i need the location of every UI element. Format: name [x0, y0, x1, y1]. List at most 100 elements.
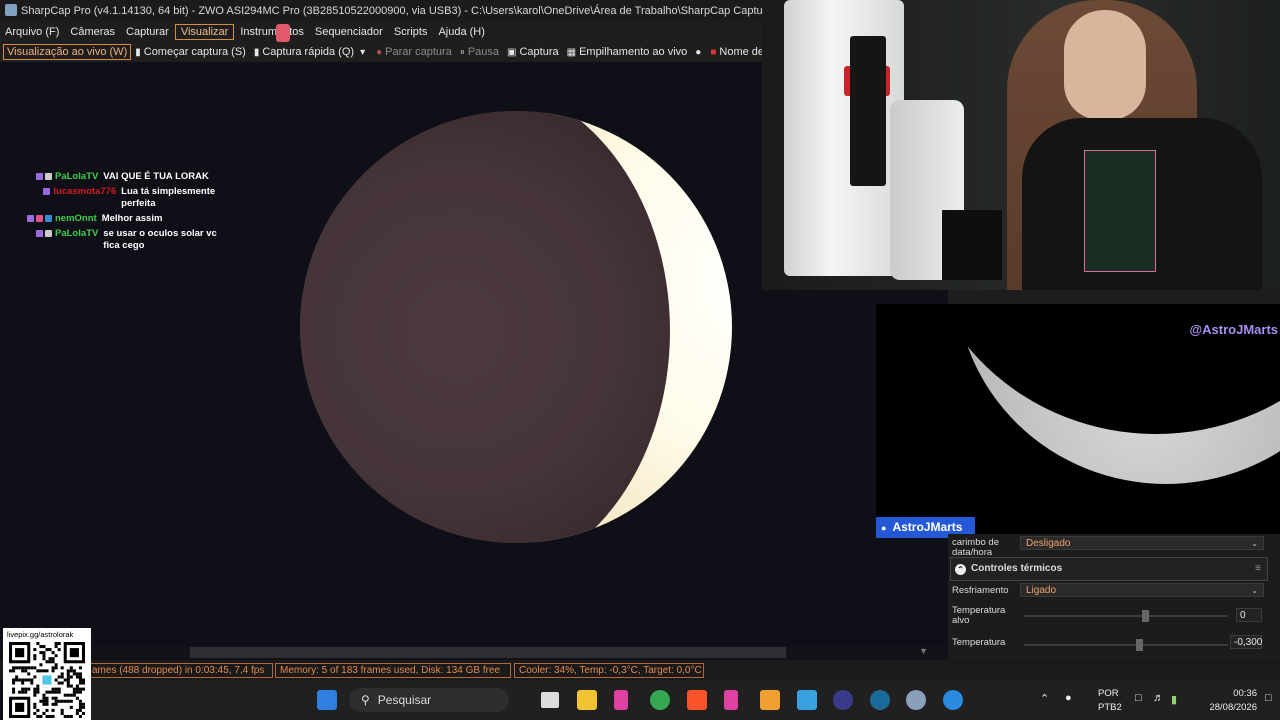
- nametag-label: AstroJMarts: [892, 520, 963, 534]
- menu-file[interactable]: Arquivo (F): [0, 25, 64, 39]
- chat-text: Melhor assim: [101, 213, 163, 224]
- menu-scripts[interactable]: Scripts: [389, 25, 433, 39]
- chevron-down-icon: ⌄: [1251, 586, 1258, 595]
- chevron-down-icon: ⌄: [1251, 539, 1258, 548]
- pause-icon: ⏸: [459, 46, 465, 58]
- start-capture-button[interactable]: ▮ Começar captura (S): [131, 46, 250, 58]
- chrome-icon[interactable]: [650, 690, 670, 710]
- menu-view[interactable]: Visualizar: [174, 24, 235, 40]
- target-temp-input[interactable]: 0: [1236, 608, 1262, 622]
- target-temp-slider-knob[interactable]: [1142, 610, 1150, 622]
- webcam-overlay: [762, 0, 1280, 290]
- target-temp-label: Temperatura alvo: [952, 605, 1006, 626]
- menu-capture[interactable]: Capturar: [121, 25, 174, 39]
- cooling-select[interactable]: Ligado ⌄: [1020, 583, 1264, 597]
- app-pink-icon[interactable]: [614, 690, 628, 710]
- search-icon: ⚲: [361, 693, 370, 707]
- stack-icon: ▦: [566, 46, 577, 58]
- status-bar: ames (488 dropped) in 0:03:45, 7,4 fps M…: [0, 660, 1280, 680]
- snapshot-button[interactable]: ▣ Captura: [503, 46, 563, 58]
- window-title: SharpCap Pro (v4.1.14130, 64 bit) - ZWO …: [21, 5, 762, 17]
- chat-username: lucasmota776: [53, 186, 117, 197]
- chat-message: PaLolaTV se usar o oculos solar vc fica …: [16, 228, 246, 252]
- chevron-down-icon[interactable]: ▾: [360, 47, 365, 58]
- telescope-tube-image: [784, 0, 904, 276]
- notification-icon[interactable]: □: [1265, 692, 1272, 704]
- temperature-slider: [1024, 639, 1228, 651]
- taskbar: ⚲ Pesquisar ⌃ ● POR PTB2 □ ♬ ▮ 00:36 28/0…: [91, 680, 1280, 720]
- target-name-button[interactable]: ● ■Nome de destino: [691, 46, 762, 58]
- volume-icon[interactable]: ♬: [1153, 692, 1164, 704]
- app-ring-icon[interactable]: [870, 690, 890, 710]
- hamburger-menu-icon[interactable]: ≡: [1255, 558, 1261, 580]
- menu-sequencer[interactable]: Sequenciador: [310, 25, 388, 39]
- sharpcap-icon[interactable]: [906, 690, 926, 710]
- live-view-button[interactable]: Visualização ao vivo (W): [3, 44, 132, 60]
- timestamp-select[interactable]: Desligado ⌄: [1020, 536, 1264, 550]
- secondary-camera-view: @AstroJMarts: [876, 304, 1280, 534]
- menu-cameras[interactable]: Câmeras: [65, 25, 120, 39]
- menu-tools[interactable]: Instrumentos: [235, 25, 309, 39]
- temperature-label: Temperatura: [952, 637, 1006, 648]
- app-blue-icon[interactable]: [943, 690, 963, 710]
- temperature-readout: -0,300: [1230, 635, 1262, 649]
- microphone-icon[interactable]: ●: [1065, 692, 1072, 704]
- stop-icon: ●: [376, 46, 383, 58]
- chat-message: nemOnnt Melhor assim: [16, 213, 246, 225]
- network-icon[interactable]: □: [1135, 692, 1142, 704]
- video-camera-icon: ▮: [253, 46, 260, 58]
- chat-text: VAI QUE É TUA LORAK: [103, 171, 209, 182]
- file-explorer-icon[interactable]: [577, 690, 597, 710]
- panel-strip: [948, 290, 1280, 305]
- calculator-icon[interactable]: [760, 690, 780, 710]
- chat-username: PaLolaTV: [55, 171, 99, 182]
- start-capture-label: Começar captura (S): [143, 46, 246, 58]
- subscriber-badge-icon: [36, 230, 43, 237]
- quick-capture-button[interactable]: ▮ Captura rápida (Q) ▾: [250, 46, 372, 58]
- camera-body-image: [850, 36, 886, 186]
- live-stack-button[interactable]: ▦ Empilhamento ao vivo: [563, 46, 692, 58]
- sharpcap-app-icon: [5, 4, 17, 16]
- scroll-right-icon[interactable]: ▼: [919, 646, 928, 656]
- chat-overlay: PaLolaTV VAI QUE É TUA LORAK lucasmota77…: [16, 171, 246, 255]
- keyboard-layout-label[interactable]: PTB2: [1098, 702, 1122, 713]
- chevron-up-icon[interactable]: ⌃: [1040, 692, 1049, 705]
- subscriber-badge-icon: [43, 188, 51, 195]
- pause-button[interactable]: ⏸ Pausa: [456, 46, 503, 58]
- timestamp-label: carimbo de data/hora: [952, 537, 999, 558]
- clock-time[interactable]: 00:36: [1211, 688, 1257, 699]
- photos-icon[interactable]: [797, 690, 817, 710]
- task-view-icon[interactable]: [541, 692, 559, 708]
- snapshot-icon: ▣: [507, 46, 517, 58]
- qr-code-image: [9, 642, 85, 718]
- clock-date[interactable]: 28/08/2026: [1200, 702, 1257, 713]
- stop-capture-button[interactable]: ● Parar captura: [372, 46, 456, 58]
- thermal-controls-header[interactable]: ⌃ Controles térmicos ≡: [950, 557, 1268, 581]
- collapse-icon[interactable]: ⌃: [955, 564, 966, 575]
- streamer-handle: @AstroJMarts: [1189, 322, 1278, 337]
- timestamp-value: Desligado: [1026, 538, 1071, 549]
- target-temp-slider[interactable]: [1024, 610, 1228, 622]
- live-stack-label: Empilhamento ao vivo: [579, 46, 688, 58]
- status-cooler: Cooler: 34%, Temp: -0,3°C, Target: 0,0°C: [514, 663, 704, 678]
- live-view-label: Visualização ao vivo (W): [7, 46, 128, 58]
- horizontal-scrollbar[interactable]: ▼: [0, 646, 948, 660]
- notification-badge-icon: [276, 24, 290, 42]
- chat-text: se usar o oculos solar vc fica cego: [103, 228, 217, 251]
- temperature-slider-knob: [1136, 639, 1144, 651]
- search-placeholder: Pesquisar: [377, 693, 432, 707]
- scrollbar-thumb[interactable]: [190, 647, 786, 658]
- target-name-label: Nome de destino: [719, 46, 762, 58]
- stellarium-icon[interactable]: [833, 690, 853, 710]
- app-pink-icon[interactable]: [724, 690, 738, 710]
- thermal-controls-title: Controles térmicos: [971, 563, 1063, 574]
- language-label[interactable]: POR: [1098, 688, 1119, 699]
- snapshot-label: Captura: [519, 46, 559, 58]
- battery-icon[interactable]: ▮: [1171, 693, 1177, 706]
- taskbar-search[interactable]: ⚲ Pesquisar: [349, 688, 509, 712]
- cooling-value: Ligado: [1026, 585, 1057, 596]
- hoodie-print-image: [1084, 150, 1156, 272]
- menu-help[interactable]: Ajuda (H): [433, 25, 489, 39]
- windows-start-icon[interactable]: [317, 690, 337, 710]
- brave-icon[interactable]: [687, 690, 707, 710]
